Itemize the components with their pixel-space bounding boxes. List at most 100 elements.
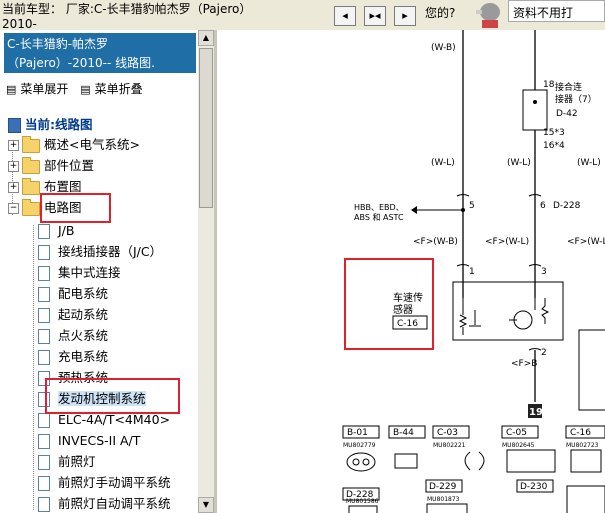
tree-scrollbar[interactable]: ▲ ▼ <box>198 30 214 513</box>
tree-item-label: 点火系统 <box>58 328 109 343</box>
pin-label: 16*4 <box>543 141 565 151</box>
tree-folder-overview[interactable]: + 概述<电气系统> <box>8 135 140 155</box>
expand-icon[interactable]: + <box>8 182 19 193</box>
tree-item-label: 集中式连接 <box>58 265 121 280</box>
junction-name: 接器（7） <box>555 93 597 105</box>
expand-icon[interactable]: + <box>8 161 19 172</box>
vehicle-line-2: 2010- <box>2 17 37 30</box>
model-line-2: （Pajero）-2010-- 线路图. <box>7 56 155 70</box>
sensor-name: 车速传 <box>393 291 423 304</box>
tree-item-label: 配电系统 <box>58 286 109 301</box>
junction-number: 18 <box>543 80 555 90</box>
part-number: MU802779 <box>343 442 376 449</box>
wire-color-label: <F>(W-L) <box>485 237 529 247</box>
next-button[interactable]: ▸ <box>394 6 416 26</box>
connector-code: B-01 <box>347 428 368 438</box>
tree-folder-parts[interactable]: + 部件位置 <box>8 156 94 176</box>
part-number: MU802723 <box>566 442 599 449</box>
document-icon <box>38 413 50 428</box>
expand-icon[interactable]: + <box>8 140 19 151</box>
collapse-icon[interactable]: − <box>8 203 19 214</box>
tree-item[interactable]: 充电系统 <box>38 347 108 367</box>
tree-item[interactable]: 接线插接器（J/C） <box>38 242 162 262</box>
pin-label: 3 <box>541 267 547 277</box>
tree-folder-label: 概述<电气系统> <box>44 137 140 152</box>
document-icon <box>38 308 50 323</box>
scroll-down-icon[interactable]: ▼ <box>198 497 214 513</box>
tree-root-label: 当前:线路图 <box>25 117 93 132</box>
wire-color-label: (W-L) <box>577 158 601 168</box>
pin-label: 15*3 <box>543 128 565 138</box>
pin-label: 6 <box>540 201 546 211</box>
tree-item-label: 充电系统 <box>58 349 109 364</box>
part-number: MU801586 <box>346 498 379 505</box>
connector-code: B-44 <box>393 428 414 438</box>
tree-item[interactable]: J/B <box>38 221 74 241</box>
top-bar: 当前车型： 厂家:C-长丰猎豹帕杰罗（Pajero） 2010- ◂ ▸◂ ▸ … <box>0 0 605 30</box>
menu-collapse-button[interactable]: 菜单折叠 <box>95 82 143 96</box>
ground-number: 19 <box>529 407 543 418</box>
folder-open-icon <box>22 198 40 216</box>
scroll-up-icon[interactable]: ▲ <box>198 30 214 46</box>
wire-color-label: <F>(W-B) <box>413 237 458 247</box>
tree-item[interactable]: 前照灯自动调平系统 <box>38 494 171 513</box>
computer-icon <box>8 118 21 133</box>
branch-label: ABS 和 ASTC <box>354 213 404 222</box>
folder-icon <box>22 135 40 153</box>
document-icon <box>38 455 50 470</box>
tree-item[interactable]: 集中式连接 <box>38 263 121 283</box>
pin-label: 2 <box>541 348 547 358</box>
highlight-box <box>45 378 180 414</box>
tree-item-label: J/B <box>58 223 75 238</box>
wire-color-label: (W-L) <box>507 158 531 168</box>
document-icon <box>38 287 50 302</box>
tree-item[interactable]: 前照灯手动调平系统 <box>38 473 171 493</box>
wire-color-label: (W-L) <box>431 158 455 168</box>
sensor-code: C-16 <box>397 319 418 329</box>
document-icon <box>38 434 50 449</box>
tree-item-label: INVECS-II A/T <box>58 433 141 448</box>
mascot-icon <box>476 3 500 28</box>
menu-expand-button[interactable]: 菜单展开 <box>20 82 68 96</box>
tree-root[interactable]: 当前:线路图 <box>8 115 93 135</box>
vehicle-line-1: 当前车型： 厂家:C-长丰猎豹帕杰罗（Pajero） <box>2 2 252 16</box>
document-icon <box>38 329 50 344</box>
notice-box: 资料不用打 <box>508 0 605 22</box>
scroll-thumb[interactable] <box>199 48 213 208</box>
tree-item[interactable]: 起动系统 <box>38 305 108 325</box>
wiring-diagram[interactable]: (W-B) 18 接合连 接器（7） D-42 15*3 16*4 (W-L) … <box>217 30 605 513</box>
junction-name: 接合连 <box>555 81 582 93</box>
pin-label: 5 <box>469 201 475 211</box>
tree-item[interactable]: 点火系统 <box>38 326 108 346</box>
model-line-1: C-长丰猎豹-帕杰罗 <box>7 37 109 51</box>
connector-code: C-03 <box>437 428 458 438</box>
tree-folder-label: 部件位置 <box>44 158 95 173</box>
highlight-box <box>40 193 111 223</box>
tree-item-label: 前照灯 <box>58 454 96 469</box>
prev-button[interactable]: ◂ <box>334 6 356 26</box>
tree-item[interactable]: INVECS-II A/T <box>38 431 140 451</box>
hint-text: 您的? <box>425 6 456 20</box>
document-icon <box>38 497 50 512</box>
model-title: C-长丰猎豹-帕杰罗 （Pajero）-2010-- 线路图. <box>4 33 196 73</box>
document-icon <box>38 476 50 491</box>
document-icon <box>38 245 50 260</box>
junction-code: D-42 <box>556 109 578 119</box>
connector-code: C-05 <box>506 428 527 438</box>
wire-color-label: (W-B) <box>431 43 456 53</box>
fit-button[interactable]: ▸◂ <box>364 6 386 26</box>
part-number: MU802221 <box>433 442 466 449</box>
document-icon <box>38 350 50 365</box>
part-number: MU802645 <box>502 442 535 449</box>
tree-item-label: 前照灯自动调平系统 <box>58 496 171 511</box>
folder-icon <box>22 156 40 174</box>
tree-item[interactable]: 前照灯 <box>38 452 96 472</box>
menu-icon: ▤ <box>80 83 91 96</box>
tree-item[interactable]: 配电系统 <box>38 284 108 304</box>
part-number: MU801873 <box>427 496 460 503</box>
left-panel: C-长丰猎豹-帕杰罗 （Pajero）-2010-- 线路图. ▤ 菜单展开 ▤ 菜… <box>0 30 214 513</box>
connector-code: C-16 <box>570 428 591 438</box>
tree-folder-label: 布置图 <box>44 179 82 194</box>
tree-item-label: 前照灯手动调平系统 <box>58 475 171 490</box>
menu-row: ▤ 菜单展开 ▤ 菜单折叠 <box>6 80 151 97</box>
